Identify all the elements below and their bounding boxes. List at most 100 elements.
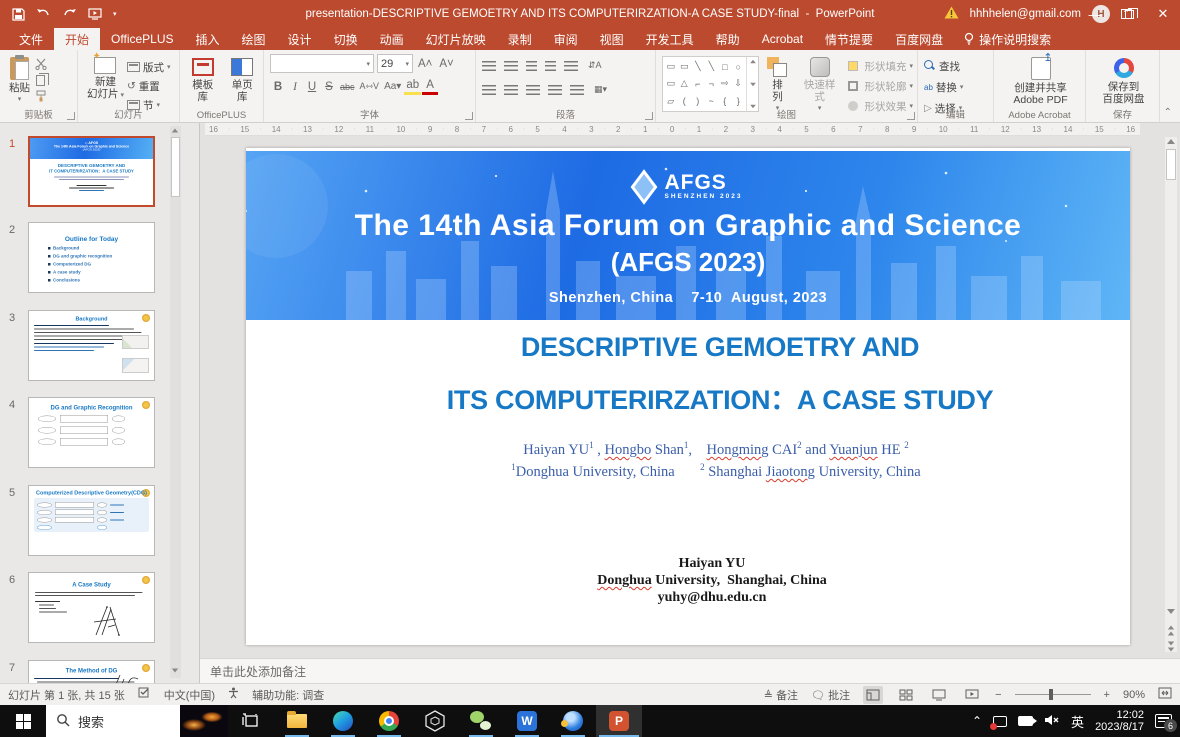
tab-动画[interactable]: 动画 (369, 28, 415, 50)
shape-glyph[interactable]: ( (683, 96, 686, 106)
conference-banner-image[interactable]: AFGS SHENZHEN 2023 The 14th Asia Forum o… (246, 151, 1130, 320)
save-icon[interactable] (12, 8, 25, 21)
taskbar-app-hexagon-app[interactable] (412, 705, 458, 737)
start-button[interactable] (0, 705, 46, 737)
tab-审阅[interactable]: 审阅 (543, 28, 589, 50)
undo-icon[interactable] (36, 8, 51, 20)
horizontal-ruler[interactable]: 16·15·14·13·12·11·10·9·8·7·6·5·4·3·2·1·0… (205, 123, 1140, 136)
next-slide-button[interactable] (1167, 641, 1175, 652)
account-email[interactable]: hhhhelen@gmail.com (970, 8, 1081, 20)
tab-帮助[interactable]: 帮助 (705, 28, 751, 50)
hidden-icons-chevron[interactable]: ⌃ (972, 714, 982, 728)
underline-button[interactable]: U (304, 78, 320, 95)
taskbar-app-wechat[interactable] (458, 705, 504, 737)
drawing-dialog-launcher[interactable] (907, 112, 915, 120)
taskbar-app-chrome[interactable] (366, 705, 412, 737)
spellcheck-icon[interactable] (138, 687, 151, 702)
template-library-button[interactable]: 模板库 (186, 54, 220, 104)
warning-icon[interactable] (944, 6, 959, 22)
zoom-slider[interactable] (1015, 694, 1091, 695)
shape-glyph[interactable]: ▭ (666, 61, 675, 72)
align-left-icon[interactable] (482, 85, 496, 95)
shape-glyph[interactable]: ╲ (695, 61, 700, 72)
tab-开始[interactable]: 开始 (54, 28, 100, 50)
taskbar-search-box[interactable]: 搜索 (46, 705, 228, 737)
shapes-gallery-scroll[interactable] (746, 57, 758, 111)
font-color-button[interactable]: A (422, 78, 438, 95)
shape-glyph[interactable]: ▭ (666, 78, 675, 89)
redo-icon[interactable] (62, 8, 77, 20)
slide-thumbnail-2[interactable]: Outline for Today Background DG and grap… (28, 222, 155, 293)
presenter-email[interactable]: yuhy@dhu.edu.cn (270, 589, 1154, 606)
start-slideshow-icon[interactable] (88, 8, 102, 20)
shape-glyph[interactable]: ) (696, 96, 699, 106)
page-library-button[interactable]: 单页库 (226, 54, 260, 104)
shape-glyph[interactable]: △ (681, 78, 688, 89)
replace-button[interactable]: ab替换▾ (924, 78, 989, 96)
taskbar-app-powerpoint[interactable]: P (596, 705, 642, 737)
accessibility-status[interactable]: 辅助功能: 调查 (252, 687, 324, 703)
clock[interactable]: 12:02 2023/8/17 (1095, 709, 1144, 733)
reset-button[interactable]: ↺重置 (127, 77, 171, 95)
slide-canvas[interactable]: AFGS SHENZHEN 2023 The 14th Asia Forum o… (246, 148, 1130, 645)
align-center-icon[interactable] (504, 85, 518, 95)
font-name-combo[interactable]: ▾ (270, 54, 374, 73)
taskbar-app-edge[interactable] (320, 705, 366, 737)
highlight-color-button[interactable]: ab (404, 78, 421, 95)
shape-glyph[interactable]: ⇩ (735, 78, 743, 89)
notification-center-icon[interactable]: 6 (1155, 714, 1172, 728)
italic-button[interactable]: I (287, 78, 303, 95)
tab-文件[interactable]: 文件 (8, 28, 54, 50)
collapse-ribbon-icon[interactable]: ⌃ (1164, 107, 1172, 118)
taskbar-app-blue-swirl-app[interactable] (550, 705, 596, 737)
tab-设计[interactable]: 设计 (277, 28, 323, 50)
panel-scrollbar-thumb[interactable] (171, 137, 180, 197)
font-dialog-launcher[interactable] (465, 112, 473, 120)
tab-绘图[interactable]: 绘图 (231, 28, 277, 50)
slide-thumbnail-5[interactable]: Computerized Descriptive Geometry(CDG) (28, 485, 155, 556)
affiliations-line[interactable]: 1Donghua University, China 2 Shanghai Ji… (274, 462, 1158, 481)
tab-视图[interactable]: 视图 (589, 28, 635, 50)
close-button[interactable]: ✕ (1146, 0, 1180, 28)
taskbar-app-word[interactable]: W (504, 705, 550, 737)
layout-button[interactable]: 版式▾ (127, 58, 171, 76)
font-size-combo[interactable]: 29▾ (377, 54, 413, 73)
shape-glyph[interactable]: ▱ (667, 96, 674, 107)
zoom-level[interactable]: 90% (1123, 689, 1145, 701)
shape-glyph[interactable]: { (723, 96, 726, 106)
zoom-in-button[interactable]: + (1104, 689, 1110, 701)
shape-fill-button[interactable]: 形状填充▾ (848, 57, 913, 75)
slide-sorter-view-button[interactable] (896, 686, 916, 704)
cut-icon[interactable] (33, 57, 48, 71)
zoom-slider-knob[interactable] (1049, 689, 1053, 700)
decrease-indent-icon[interactable] (526, 61, 537, 71)
justify-icon[interactable] (548, 85, 562, 95)
screen-recording-icon[interactable] (993, 716, 1007, 727)
normal-view-button[interactable] (863, 686, 883, 704)
tab-插入[interactable]: 插入 (185, 28, 231, 50)
columns-icon[interactable] (570, 85, 584, 95)
shape-glyph[interactable]: □ (722, 62, 727, 72)
shape-glyph[interactable]: ⇨ (721, 78, 729, 89)
tell-me-search[interactable]: 操作说明搜索 (954, 28, 1061, 50)
slide-title-line2[interactable]: ITS COMPUTERIRZATION：A CASE STUDY (278, 378, 1162, 417)
camera-icon[interactable] (1018, 716, 1033, 726)
slide-title-line1[interactable]: DESCRIPTIVE GEMOETRY AND (278, 332, 1162, 363)
bullets-icon[interactable] (482, 61, 496, 71)
tab-百度网盘[interactable]: 百度网盘 (884, 28, 954, 50)
shape-glyph[interactable]: ▭ (680, 61, 689, 72)
smartart-icon[interactable]: ▦▾ (592, 81, 609, 98)
vertical-scrollbar[interactable] (1165, 137, 1177, 652)
slideshow-view-button[interactable] (962, 686, 982, 704)
increase-indent-icon[interactable] (545, 61, 556, 71)
volume-muted-icon[interactable] (1044, 714, 1060, 729)
notes-placeholder[interactable]: 单击此处添加备注 (210, 663, 306, 680)
search-highlight-image[interactable] (180, 705, 228, 737)
new-slide-button[interactable]: 新建 幻灯片 ▾ (84, 54, 127, 114)
scrollbar-thumb[interactable] (1166, 149, 1176, 180)
zoom-out-button[interactable]: − (995, 689, 1001, 701)
task-view-button[interactable] (228, 705, 274, 737)
copy-icon[interactable] (33, 73, 48, 87)
slide-thumbnail-1[interactable]: ◇ AFGS The 14th Asia Forum on Graphic an… (28, 136, 155, 207)
shape-glyph[interactable]: ⌐ (695, 79, 700, 89)
